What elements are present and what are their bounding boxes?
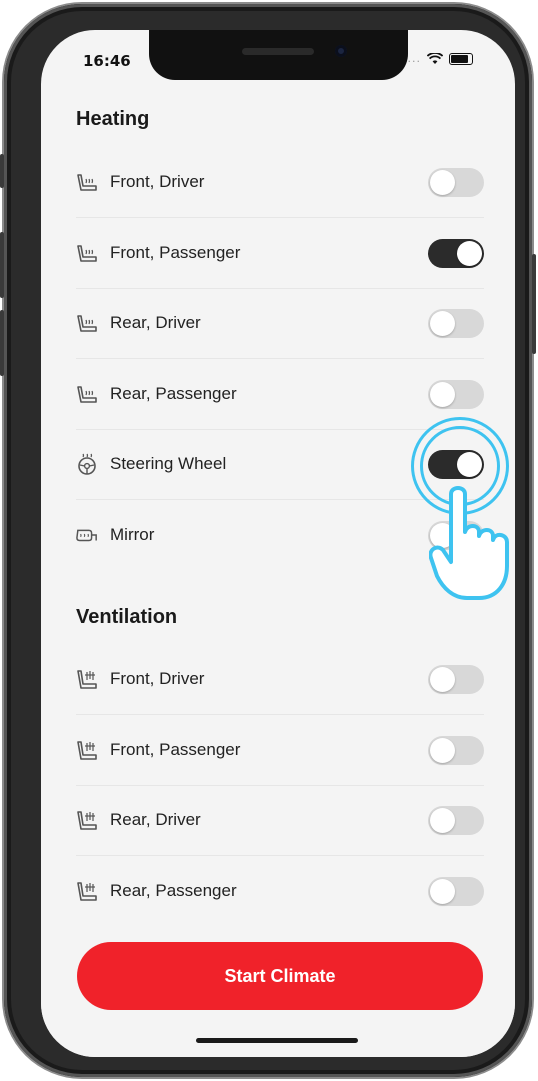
home-indicator[interactable] (196, 1038, 358, 1043)
ventilation-row: Rear, Passenger (76, 856, 484, 926)
heating-row: Rear, Driver (76, 288, 484, 359)
seat-vent-icon (76, 880, 98, 902)
toggle-knob (430, 311, 455, 336)
heating-toggle[interactable] (428, 168, 484, 197)
ventilation-row-label: Front, Driver (110, 669, 205, 688)
toggle-knob (457, 240, 482, 266)
heating-row-label: Steering Wheel (110, 454, 227, 473)
ventilation-row: Rear, Driver (76, 785, 484, 856)
heating-toggle[interactable] (428, 309, 484, 338)
phone-frame: 16:46 .... Heating Front, Driver Front, P… (0, 4, 536, 1077)
pointing-hand-icon (429, 486, 509, 600)
seat-heat-icon (76, 383, 98, 405)
silent-switch (0, 154, 4, 188)
seat-heat-icon (76, 171, 98, 193)
heating-row-label: Front, Passenger (110, 242, 241, 262)
ventilation-section-title: Ventilation (76, 606, 178, 628)
seat-vent-icon (76, 668, 98, 690)
seat-heat-icon (76, 312, 98, 334)
heating-toggle[interactable] (428, 238, 484, 268)
heating-row-label: Mirror (110, 524, 155, 544)
heating-toggle[interactable] (428, 379, 484, 409)
mirror-heat-icon (76, 524, 98, 546)
ventilation-toggle[interactable] (428, 665, 484, 694)
seat-heat-icon (76, 242, 98, 264)
toggle-knob (430, 667, 455, 692)
status-time: 16:46 (83, 52, 131, 70)
steering-wheel-heat-icon (76, 453, 98, 475)
status-icons: .... (403, 52, 473, 65)
ventilation-toggle[interactable] (428, 876, 484, 906)
volume-up-button (0, 232, 4, 298)
ventilation-row-label: Rear, Driver (110, 810, 201, 829)
toggle-knob (430, 381, 455, 407)
ventilation-toggle[interactable] (428, 735, 484, 765)
heating-row-label: Rear, Driver (110, 313, 201, 332)
seat-vent-icon (76, 739, 98, 761)
ventilation-row: Front, Passenger (76, 715, 484, 786)
heating-row: Front, Passenger (76, 218, 484, 289)
toggle-knob (430, 737, 455, 763)
ventilation-row-label: Rear, Passenger (110, 880, 237, 900)
heating-row: Front, Driver (76, 147, 484, 218)
wifi-icon (427, 52, 443, 64)
heating-row-label: Rear, Passenger (110, 383, 237, 403)
toggle-knob (430, 808, 455, 833)
battery-icon (449, 52, 473, 65)
heating-section-title: Heating (76, 108, 150, 130)
ventilation-row-label: Front, Passenger (110, 739, 241, 759)
power-button (532, 254, 536, 354)
heating-row-label: Front, Driver (110, 172, 205, 191)
speaker (242, 48, 314, 55)
heating-row: Mirror (76, 500, 484, 570)
heating-row: Rear, Passenger (76, 359, 484, 430)
volume-down-button (0, 310, 4, 376)
seat-vent-icon (76, 809, 98, 831)
ventilation-row: Front, Driver (76, 644, 484, 715)
ventilation-toggle[interactable] (428, 806, 484, 835)
front-camera (335, 45, 347, 57)
notch (149, 30, 408, 80)
start-climate-button[interactable]: Start Climate (77, 942, 483, 1010)
toggle-knob (430, 878, 455, 904)
toggle-knob (430, 170, 455, 195)
